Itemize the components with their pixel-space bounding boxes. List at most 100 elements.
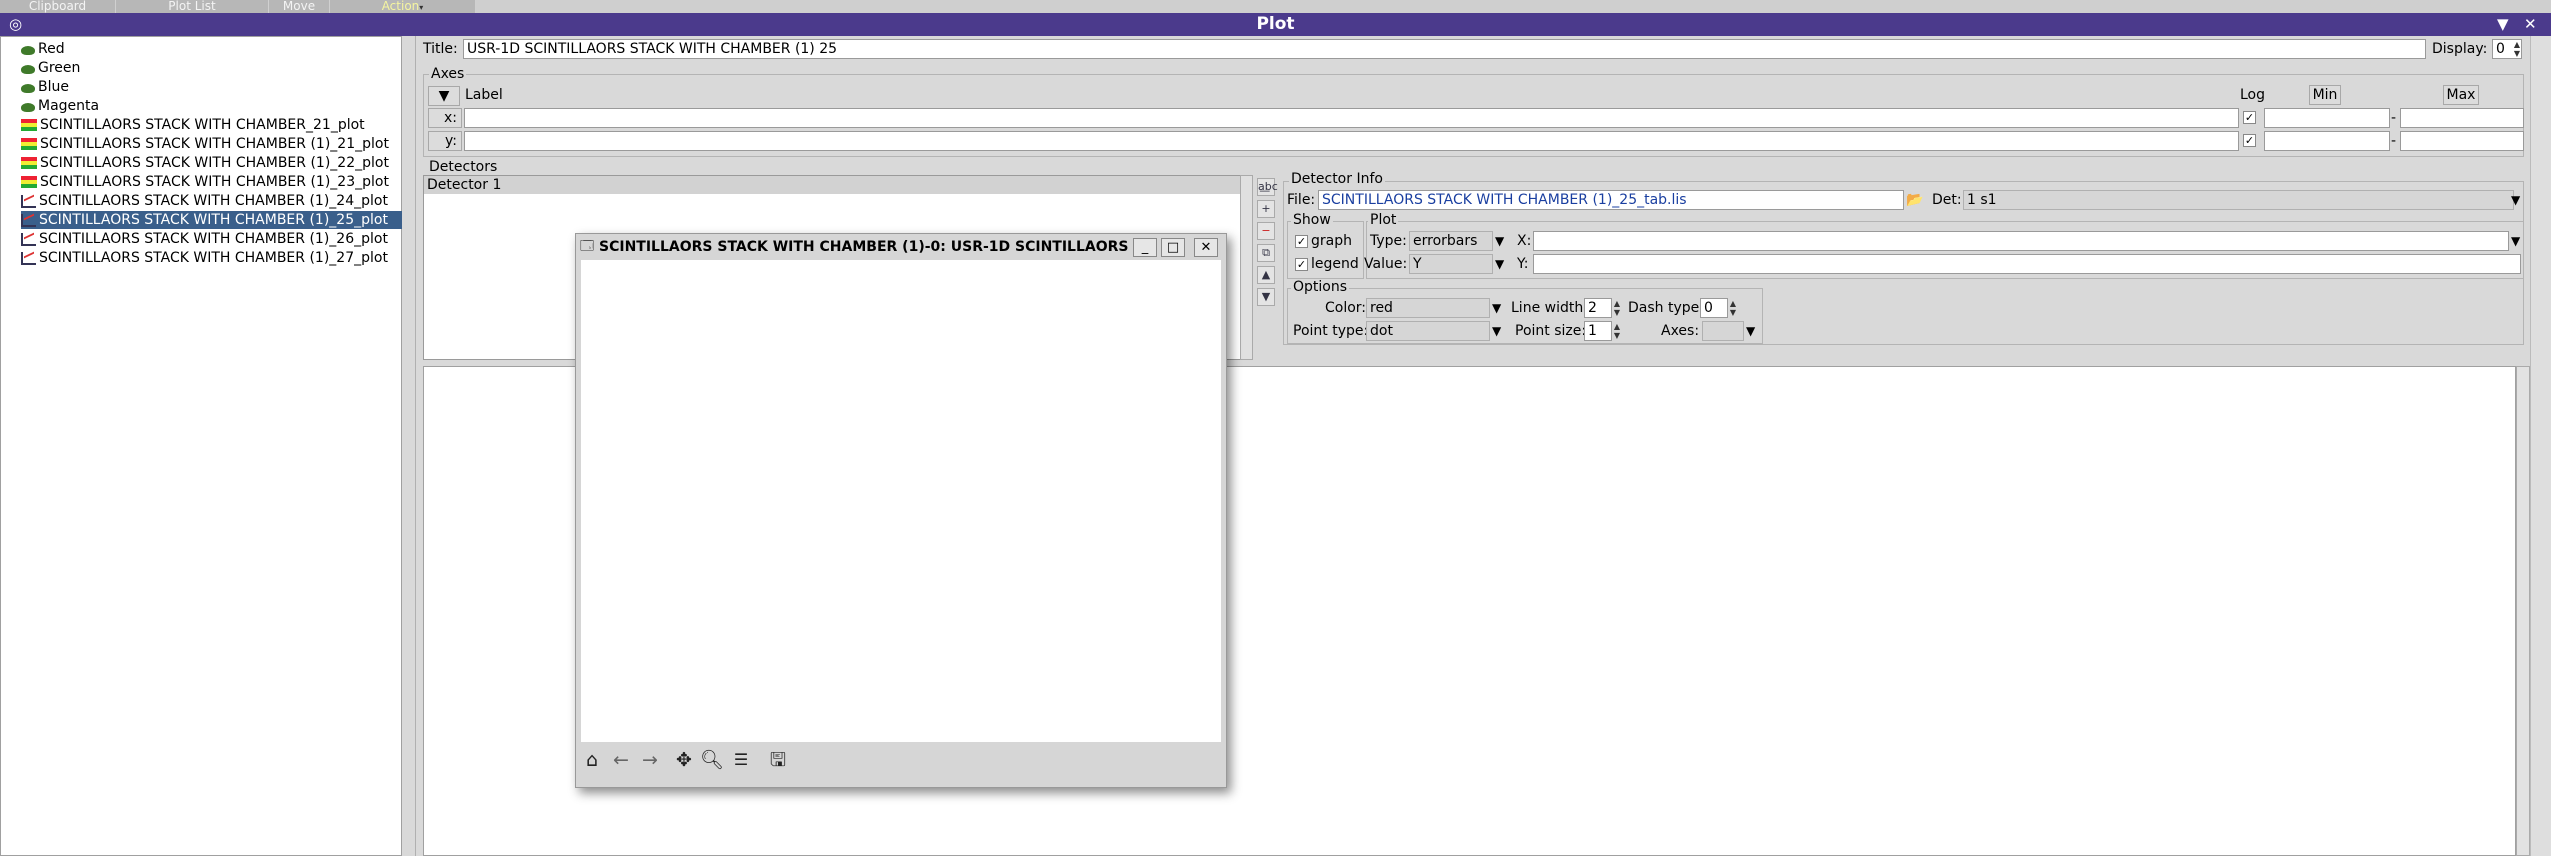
det-dropdown-icon[interactable]: ▼ <box>2511 190 2520 210</box>
y-expr-input[interactable] <box>1533 254 2521 274</box>
zoom-icon[interactable]: 🔍︎ <box>699 747 725 773</box>
value-select[interactable]: Y <box>1409 254 1493 274</box>
spin-arrows-icon[interactable]: ▲ ▼ <box>2512 40 2522 58</box>
max-header-button[interactable]: Max <box>2443 85 2479 105</box>
x-max-input[interactable] <box>2400 108 2524 128</box>
color-dropdown-icon[interactable]: ▼ <box>1492 298 1501 318</box>
close-icon[interactable]: ✕ <box>2524 13 2537 36</box>
pointtype-label: Point type: <box>1293 323 1369 339</box>
turtle-icon <box>21 45 35 55</box>
title-input[interactable]: USR-1D SCINTILLAORS STACK WITH CHAMBER (… <box>463 39 2426 59</box>
tree-item[interactable]: Red <box>21 40 65 58</box>
y-range-dash: - <box>2391 133 2397 149</box>
tree-item[interactable]: SCINTILLAORS STACK WITH CHAMBER (1)_27_p… <box>21 249 388 267</box>
back-arrow-icon[interactable]: ← <box>608 747 634 773</box>
x-range-dash: - <box>2391 110 2397 126</box>
home-icon[interactable]: ⌂ <box>579 747 605 773</box>
close-window-icon[interactable]: ✕ <box>1194 238 1218 257</box>
pointsize-spinbox[interactable]: 1 <box>1584 321 1612 341</box>
options-group-title: Options <box>1291 279 1350 295</box>
forward-arrow-icon[interactable]: → <box>637 747 663 773</box>
tree-item[interactable]: SCINTILLAORS STACK WITH CHAMBER (1)_21_p… <box>21 135 389 153</box>
y-label-input[interactable] <box>464 131 2239 151</box>
file-input[interactable]: SCINTILLAORS STACK WITH CHAMBER (1)_25_t… <box>1318 190 1904 210</box>
pane-splitter[interactable] <box>402 36 416 856</box>
move-down-icon[interactable]: ▼ <box>1257 288 1275 306</box>
type-dropdown-icon[interactable]: ▼ <box>1495 231 1504 251</box>
dashtype-spinbox[interactable]: 0 <box>1700 298 1728 318</box>
pointsize-label: Point size: <box>1515 323 1587 339</box>
color-select[interactable]: red <box>1366 298 1490 318</box>
save-icon[interactable]: 🖫 <box>765 747 791 773</box>
window-icon: 🗔 <box>580 239 595 254</box>
tree-item[interactable]: SCINTILLAORS STACK WITH CHAMBER (1)_23_p… <box>21 173 389 191</box>
pan-icon[interactable]: ✥ <box>671 747 697 773</box>
detectors-scrollbar[interactable] <box>1240 175 1253 360</box>
axes-menu-button[interactable]: ▼ <box>428 86 460 106</box>
menu-down-icon[interactable]: ▼ <box>2497 13 2509 36</box>
move-up-icon[interactable]: ▲ <box>1257 266 1275 284</box>
value-dropdown-icon[interactable]: ▼ <box>1495 254 1504 274</box>
plot-window-titlebar[interactable]: 🗔 SCINTILLAORS STACK WITH CHAMBER (1)-0:… <box>576 234 1226 260</box>
tab-action[interactable]: Action▾ <box>330 0 476 13</box>
y-axis-label: y: <box>428 131 462 151</box>
colorbar-icon <box>21 157 37 169</box>
tree-item[interactable]: Magenta <box>21 97 99 115</box>
min-header-button[interactable]: Min <box>2309 85 2341 105</box>
main-scrollbar[interactable] <box>2530 36 2551 856</box>
tree-item[interactable]: SCINTILLAORS STACK WITH CHAMBER (1)_26_p… <box>21 230 388 248</box>
pointsize-spin-icon[interactable]: ▲ ▼ <box>1612 322 1622 340</box>
x-log-checkbox[interactable]: ✓ <box>2243 111 2256 124</box>
tree-item-label: SCINTILLAORS STACK WITH CHAMBER (1)_25_p… <box>39 212 388 228</box>
tree-item-label: SCINTILLAORS STACK WITH CHAMBER (1)_23_p… <box>40 174 389 190</box>
turtle-icon <box>21 102 35 112</box>
file-label: File: <box>1287 192 1316 208</box>
tree-item[interactable]: SCINTILLAORS STACK WITH CHAMBER_21_plot <box>21 116 365 134</box>
pointtype-dropdown-icon[interactable]: ▼ <box>1492 321 1501 341</box>
pointtype-select[interactable]: dot <box>1366 321 1490 341</box>
tree-item-label: Red <box>38 41 65 57</box>
log-header: Log <box>2240 87 2266 103</box>
type-select[interactable]: errorbars <box>1409 231 1493 251</box>
y-max-input[interactable] <box>2400 131 2524 151</box>
axes-option-select[interactable] <box>1702 321 1744 341</box>
linewidth-spin-icon[interactable]: ▲ ▼ <box>1612 299 1622 317</box>
tree-item-label: SCINTILLAORS STACK WITH CHAMBER (1)_21_p… <box>40 136 389 152</box>
linewidth-spinbox[interactable]: 2 <box>1584 298 1612 318</box>
top-tab-strip: Clipboard Plot List Move Action▾ <box>0 0 2551 13</box>
axes-label-header: Label <box>465 87 503 103</box>
configure-icon[interactable]: ☰ <box>728 747 754 773</box>
dropdown-arrow-icon: ▾ <box>419 3 424 12</box>
det-select[interactable]: 1 s1 <box>1963 190 2514 210</box>
graph-checkbox[interactable]: ✓ <box>1295 235 1308 248</box>
copy-icon[interactable]: ⧉ <box>1257 244 1275 262</box>
tree-item[interactable]: SCINTILLAORS STACK WITH CHAMBER (1)_24_p… <box>21 192 388 210</box>
x-label-input[interactable] <box>464 108 2239 128</box>
display-label: Display: <box>2432 41 2488 57</box>
tab-clipboard[interactable]: Clipboard <box>0 0 116 13</box>
plot-tree: Red Green Blue Magenta SCINTILLAORS STAC… <box>0 36 404 856</box>
y-min-input[interactable] <box>2264 131 2390 151</box>
remove-icon[interactable]: − <box>1257 222 1275 240</box>
tree-item[interactable]: Green <box>21 59 80 77</box>
axes-option-dropdown-icon[interactable]: ▼ <box>1746 321 1755 341</box>
minimize-icon[interactable]: _ <box>1133 238 1157 257</box>
tab-move[interactable]: Move <box>269 0 330 13</box>
tab-plot-list[interactable]: Plot List <box>116 0 269 13</box>
x-expr-input[interactable] <box>1533 231 2509 251</box>
plot-canvas[interactable] <box>581 260 1221 742</box>
maximize-icon[interactable]: □ <box>1161 238 1185 257</box>
detector-list-item[interactable]: Detector 1 <box>424 176 1252 194</box>
tree-item-selected[interactable]: SCINTILLAORS STACK WITH CHAMBER (1)_25_p… <box>21 211 404 229</box>
folder-open-icon[interactable]: 📂 <box>1905 190 1925 210</box>
abc-icon[interactable]: a͟bc <box>1257 178 1278 196</box>
tree-item[interactable]: SCINTILLAORS STACK WITH CHAMBER (1)_22_p… <box>21 154 389 172</box>
preview-scrollbar[interactable] <box>2516 366 2530 856</box>
x-expr-dropdown-icon[interactable]: ▼ <box>2511 231 2520 251</box>
dashtype-spin-icon[interactable]: ▲ ▼ <box>1728 299 1738 317</box>
x-min-input[interactable] <box>2264 108 2390 128</box>
tree-item[interactable]: Blue <box>21 78 69 96</box>
add-icon[interactable]: + <box>1257 200 1275 218</box>
y-log-checkbox[interactable]: ✓ <box>2243 134 2256 147</box>
legend-checkbox[interactable]: ✓ <box>1295 258 1308 271</box>
